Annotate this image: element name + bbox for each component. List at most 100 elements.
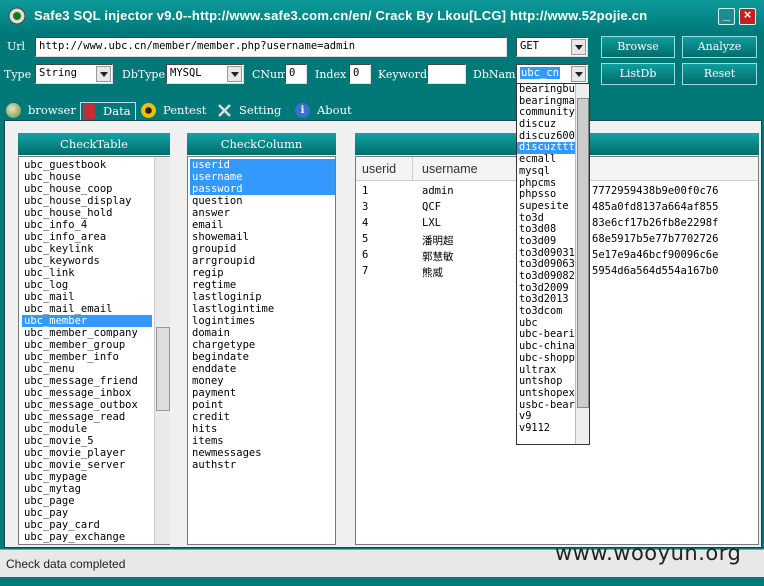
dropdown-option[interactable]: to3d2013 bbox=[517, 294, 575, 306]
list-item[interactable]: lastlogintime bbox=[190, 303, 335, 315]
list-item[interactable]: ubc_house_coop bbox=[22, 183, 152, 195]
list-item[interactable]: ubc_info_4 bbox=[22, 219, 152, 231]
list-item[interactable]: ubc_module bbox=[22, 423, 152, 435]
chevron-down-icon[interactable] bbox=[571, 66, 586, 82]
dropdown-option[interactable]: ubc-shopp bbox=[517, 353, 575, 365]
close-button[interactable]: × bbox=[739, 7, 756, 25]
list-item[interactable]: answer bbox=[190, 207, 335, 219]
list-item[interactable]: ubc_house_display bbox=[22, 195, 152, 207]
dropdown-option[interactable]: ubc-china bbox=[517, 341, 575, 353]
scroll-thumb[interactable] bbox=[156, 327, 170, 411]
list-item[interactable]: ubc_movie_5 bbox=[22, 435, 152, 447]
dropdown-option[interactable]: mysql bbox=[517, 166, 575, 178]
list-item[interactable]: begindate bbox=[190, 351, 335, 363]
dropdown-option[interactable]: ecmall bbox=[517, 154, 575, 166]
list-item[interactable]: logintimes bbox=[190, 315, 335, 327]
list-item[interactable]: ubc_message_friend bbox=[22, 375, 152, 387]
method-select[interactable]: GET bbox=[516, 37, 588, 57]
list-item[interactable]: ubc_mail_email bbox=[22, 303, 152, 315]
list-item[interactable]: ubc_pay_exchange bbox=[22, 531, 152, 543]
list-item[interactable]: ubc_member_group bbox=[22, 339, 152, 351]
dropdown-option[interactable]: bearingbu bbox=[517, 84, 575, 96]
list-item[interactable]: showemail bbox=[190, 231, 335, 243]
list-item[interactable]: ubc_house bbox=[22, 171, 152, 183]
dbname-select[interactable]: ubc_cn bbox=[516, 64, 588, 84]
list-item[interactable]: username bbox=[190, 171, 335, 183]
list-item[interactable]: ubc_guestbook bbox=[22, 159, 152, 171]
tab-data[interactable]: Data bbox=[80, 102, 136, 120]
list-item[interactable]: ubc_house_hold bbox=[22, 207, 152, 219]
dropdown-option[interactable]: to3d09082 bbox=[517, 271, 575, 283]
list-item[interactable]: ubc_keywords bbox=[22, 255, 152, 267]
list-item[interactable]: arrgroupid bbox=[190, 255, 335, 267]
list-item[interactable]: email bbox=[190, 219, 335, 231]
tab-browser[interactable]: browser bbox=[6, 102, 76, 120]
list-item[interactable]: domain bbox=[190, 327, 335, 339]
list-item[interactable]: ubc_message_read bbox=[22, 411, 152, 423]
dropdown-option[interactable]: ultrax bbox=[517, 365, 575, 377]
dropdown-option[interactable]: usbc-bear bbox=[517, 400, 575, 412]
list-item[interactable]: items bbox=[190, 435, 335, 447]
list-item[interactable]: ubc_link bbox=[22, 267, 152, 279]
list-item[interactable]: credit bbox=[190, 411, 335, 423]
tab-pentest[interactable]: Pentest bbox=[141, 102, 211, 120]
list-item[interactable]: ubc_log bbox=[22, 279, 152, 291]
dbname-dropdown-list[interactable]: bearingbu bearingma community discuz discuz6… bbox=[516, 83, 590, 445]
list-item[interactable]: ubc_mytag bbox=[22, 483, 152, 495]
dropdown-option[interactable]: untshop bbox=[517, 376, 575, 388]
dropdown-option[interactable]: to3d09 bbox=[517, 236, 575, 248]
dropdown-option[interactable]: supesite bbox=[517, 201, 575, 213]
dropdown-option[interactable]: discuzttt bbox=[517, 142, 575, 155]
dropdown-option[interactable]: ubc bbox=[517, 318, 575, 330]
dropdown-option[interactable]: v9112 bbox=[517, 423, 575, 435]
listdb-button[interactable]: ListDb bbox=[601, 63, 675, 85]
list-item[interactable]: regip bbox=[190, 267, 335, 279]
list-item[interactable]: ubc_member_info bbox=[22, 351, 152, 363]
tab-about[interactable]: i About bbox=[295, 102, 357, 120]
dropdown-option[interactable]: ubc-beari bbox=[517, 329, 575, 341]
table-scrollbar[interactable] bbox=[154, 157, 170, 544]
list-item[interactable]: ubc_member bbox=[22, 315, 152, 327]
list-item[interactable]: chargetype bbox=[190, 339, 335, 351]
list-item[interactable]: enddate bbox=[190, 363, 335, 375]
list-item[interactable]: hits bbox=[190, 423, 335, 435]
dropdown-option[interactable]: untshopex bbox=[517, 388, 575, 400]
list-item[interactable]: ubc_message_inbox bbox=[22, 387, 152, 399]
list-item[interactable]: newmessages bbox=[190, 447, 335, 459]
list-item[interactable]: ubc_menu bbox=[22, 363, 152, 375]
tab-setting[interactable]: Setting bbox=[217, 102, 289, 120]
browse-button[interactable]: Browse bbox=[601, 36, 675, 58]
list-item[interactable]: userid bbox=[190, 159, 335, 171]
minimize-button[interactable]: _ bbox=[718, 7, 735, 25]
column-username[interactable]: username bbox=[422, 162, 478, 176]
dropdown-option[interactable]: bearingma bbox=[517, 96, 575, 108]
list-item[interactable]: ubc_mypage bbox=[22, 471, 152, 483]
scroll-thumb[interactable] bbox=[577, 98, 589, 408]
dropdown-option[interactable]: to3d09031 bbox=[517, 248, 575, 260]
dropdown-option[interactable]: to3d08 bbox=[517, 224, 575, 236]
list-item[interactable]: regtime bbox=[190, 279, 335, 291]
url-input[interactable]: http://www.ubc.cn/member/member.php?user… bbox=[35, 37, 507, 57]
list-item[interactable]: ubc_mail bbox=[22, 291, 152, 303]
list-item[interactable]: password bbox=[190, 183, 335, 195]
chevron-down-icon[interactable] bbox=[96, 66, 111, 82]
dropdown-option[interactable]: community bbox=[517, 107, 575, 119]
column-userid[interactable]: userid bbox=[362, 162, 396, 176]
list-item[interactable]: lastloginip bbox=[190, 291, 335, 303]
index-input[interactable]: 0 bbox=[349, 64, 371, 84]
check-table-list[interactable]: ubc_guestbook ubc_house ubc_house_coop ubc_… bbox=[18, 156, 170, 545]
check-column-list[interactable]: userid username password question answer emai… bbox=[187, 156, 336, 545]
list-item[interactable]: groupid bbox=[190, 243, 335, 255]
list-item[interactable]: payment bbox=[190, 387, 335, 399]
list-item[interactable]: point bbox=[190, 399, 335, 411]
list-item[interactable]: ubc_movie_server bbox=[22, 459, 152, 471]
cnum-input[interactable]: 0 bbox=[285, 64, 307, 84]
type-select[interactable]: String bbox=[35, 64, 113, 84]
dropdown-option[interactable]: v9 bbox=[517, 411, 575, 423]
dropdown-option[interactable]: to3dcom bbox=[517, 306, 575, 318]
reset-button[interactable]: Reset bbox=[682, 63, 757, 85]
chevron-down-icon[interactable] bbox=[571, 39, 586, 55]
list-item[interactable]: money bbox=[190, 375, 335, 387]
keyword-input[interactable] bbox=[427, 64, 466, 84]
list-item[interactable]: ubc_keylink bbox=[22, 243, 152, 255]
